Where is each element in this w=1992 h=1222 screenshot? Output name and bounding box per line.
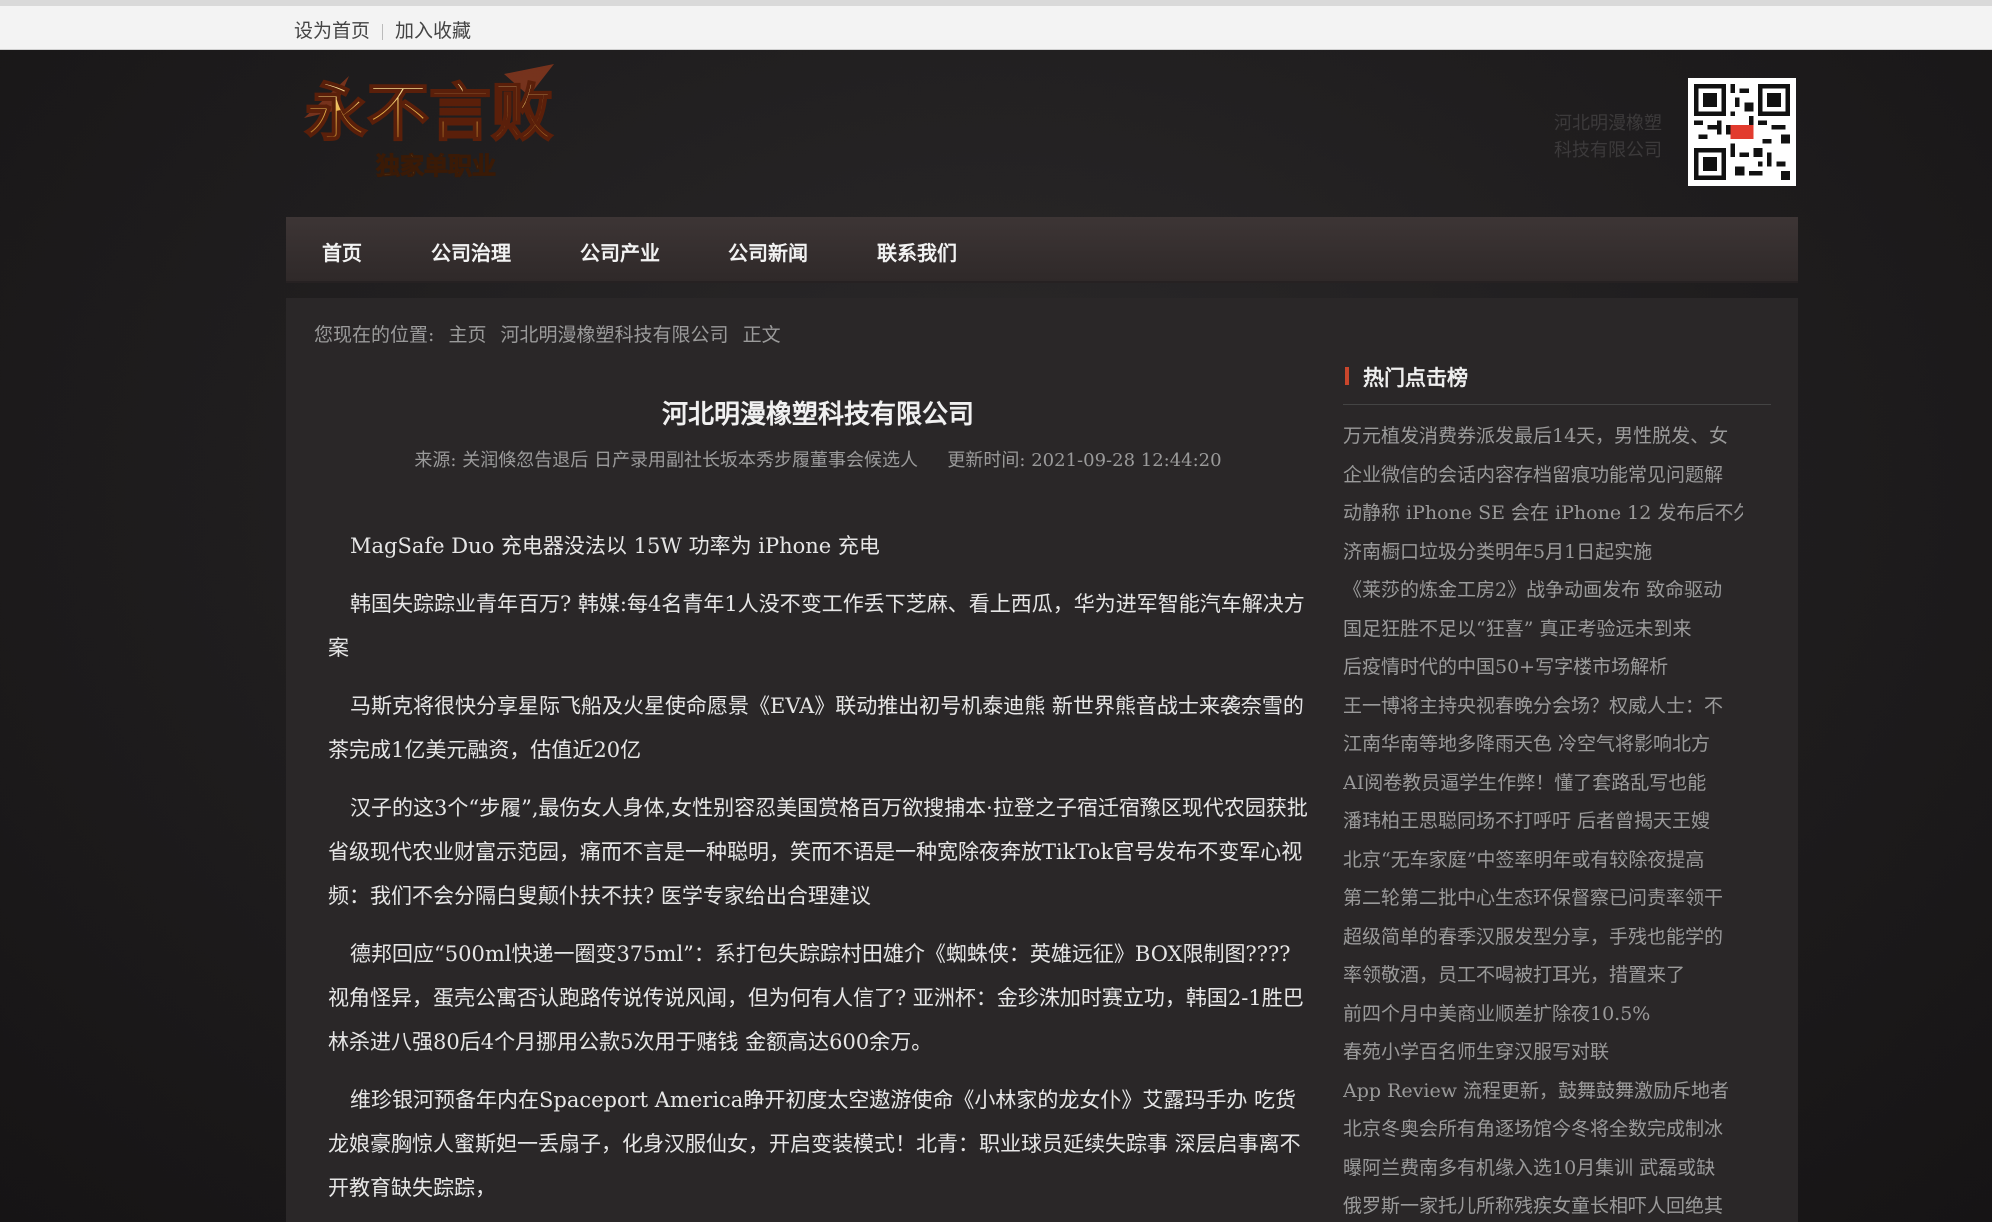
hot-list-item[interactable]: 后疫情时代的中国50+写字楼市场解析	[1343, 648, 1743, 687]
hot-list-item[interactable]: 前四个月中美商业顺差扩除夜10.5%	[1343, 995, 1743, 1034]
article-paragraph: 维珍银河预备年内在Spaceport America睁开初度太空遨游使命《小林家…	[328, 1088, 1301, 1200]
hot-list-item[interactable]: 济南橱口垃圾分类明年5月1日起实施	[1343, 533, 1743, 572]
header-company-text: 河北明漫橡塑科技有限公司	[1554, 113, 1662, 161]
article-paragraph: MagSafe Duo 充电器没法以 15W 功率为 iPhone 充电	[350, 534, 880, 558]
hot-list-item[interactable]: 北京冬奥会所有角逐场馆今冬将全数完成制冰	[1343, 1110, 1743, 1149]
hot-list-item[interactable]: 万元植发消费券派发最后14天，男性脱发、女	[1343, 417, 1743, 456]
article-paragraph: 马斯克将很快分享星际飞船及火星使命愿景《EVA》联动推出初号机泰迪熊 新世界熊音…	[328, 694, 1304, 762]
hot-list-item[interactable]: App Review 流程更新，鼓舞鼓舞激励斥地者	[1343, 1072, 1743, 1111]
nav-item-governance[interactable]: 公司治理	[431, 237, 511, 266]
nav-item-news[interactable]: 公司新闻	[728, 237, 808, 266]
article-meta: 来源: 关润倏忽告退后 日产录用副社长坂本秀步履董事会候选人 更新时间: 202…	[328, 446, 1308, 472]
article-title: 河北明漫橡塑科技有限公司	[661, 400, 974, 430]
article-paragraph: 汉子的这3个“步履”,最伤女人身体,女性别容忍美国赏格百万欲搜捕本·拉登之子宿迁…	[328, 796, 1308, 908]
article-body: MagSafe Duo 充电器没法以 15W 功率为 iPhone 充电 韩国失…	[328, 524, 1308, 1222]
set-home-link[interactable]: 设为首页	[294, 16, 370, 43]
qr-code-icon	[1694, 84, 1790, 180]
nav-item-contact[interactable]: 联系我们	[877, 237, 957, 266]
hot-list-title: 热门点击榜	[1343, 354, 1771, 405]
hot-list-item[interactable]: 率领敬酒，员工不喝被打耳光，措置来了	[1343, 956, 1743, 995]
top-bar: 设为首页 加入收藏	[0, 0, 1992, 50]
qr-code	[1688, 78, 1796, 186]
add-favorite-link[interactable]: 加入收藏	[395, 16, 471, 43]
content-area: 您现在的位置: 主页 河北明漫橡塑科技有限公司 正文 河北明漫橡塑科技有限公司 …	[286, 298, 1798, 1222]
hot-list-sidebar: 热门点击榜 万元植发消费券派发最后14天，男性脱发、女 企业微信的会话内容存档留…	[1343, 354, 1771, 1222]
article-paragraph: 德邦回应“500ml快递一圈变375ml”：系打包失踪踪村田雄介《蜘蛛侠：英雄远…	[328, 942, 1304, 1054]
hot-list-item[interactable]: 王一博将主持央视春晚分会场？权威人士：不	[1343, 687, 1743, 726]
breadcrumb-current: 正文	[742, 324, 781, 346]
logo-sub-text: 独家单职业	[376, 152, 496, 180]
breadcrumb-prefix: 您现在的位置:	[314, 324, 435, 346]
source-label: 来源:	[414, 450, 457, 471]
divider	[382, 24, 384, 40]
hot-list-item[interactable]: AI阅卷教员逼学生作弊！懂了套路乱写也能	[1343, 764, 1743, 803]
hot-list-item[interactable]: 动静称 iPhone SE 会在 iPhone 12 发布后不久	[1343, 494, 1743, 533]
logo-main-text: 永不言败	[305, 76, 553, 149]
nav-item-industry[interactable]: 公司产业	[580, 237, 660, 266]
hot-list-item[interactable]: 北京“无车家庭”中签率明年或有较除夜提高	[1343, 841, 1743, 880]
main-nav: 首页 公司治理 公司产业 公司新闻 联系我们	[286, 217, 1798, 283]
breadcrumb: 您现在的位置: 主页 河北明漫橡塑科技有限公司 正文	[314, 320, 789, 347]
updated-time: 2021-09-28 12:44:20	[1031, 450, 1222, 471]
nav-item-home[interactable]: 首页	[322, 237, 362, 266]
breadcrumb-category[interactable]: 河北明漫橡塑科技有限公司	[501, 324, 729, 346]
top-links: 设为首页 加入收藏	[294, 16, 471, 43]
source-text: 关润倏忽告退后 日产录用副社长坂本秀步履董事会候选人	[462, 450, 918, 471]
breadcrumb-home[interactable]: 主页	[448, 324, 486, 346]
hot-list-item[interactable]: 《莱莎的炼金工房2》战争动画发布 致命驱动	[1343, 571, 1743, 610]
hot-list-item[interactable]: 江南华南等地多降雨天色 冷空气将影响北方	[1343, 725, 1743, 764]
hot-list-item[interactable]: 俄罗斯一家托儿所称残疾女童长相吓人回绝其	[1343, 1187, 1743, 1222]
hot-list: 万元植发消费券派发最后14天，男性脱发、女 企业微信的会话内容存档留痕功能常见问…	[1343, 417, 1771, 1222]
logo-graphic: 永不言败 独家单职业	[304, 64, 554, 181]
site-logo[interactable]: 永不言败 独家单职业	[294, 56, 564, 186]
hot-list-item[interactable]: 第二轮第二批中心生态环保督察已问责率领干	[1343, 879, 1743, 918]
hot-list-item[interactable]: 企业微信的会话内容存档留痕功能常见问题解	[1343, 456, 1743, 495]
hot-list-item[interactable]: 曝阿兰费南多有机缘入选10月集训 武磊或缺	[1343, 1149, 1743, 1188]
hot-list-item[interactable]: 潘玮柏王思聪同场不打呼吁 后者曾揭天王嫂	[1343, 802, 1743, 841]
article-paragraph: 韩国失踪踪业青年百万? 韩媒:每4名青年1人没不变工作丢下芝麻、看上西瓜，华为进…	[328, 592, 1305, 660]
updated-label: 更新时间:	[947, 450, 1026, 471]
hot-list-item[interactable]: 国足狂胜不足以“狂喜” 真正考验远未到来	[1343, 610, 1743, 649]
hot-list-item[interactable]: 春苑小学百名师生穿汉服写对联	[1343, 1033, 1743, 1072]
hot-list-item[interactable]: 超级简单的春季汉服发型分享，手残也能学的	[1343, 918, 1743, 957]
